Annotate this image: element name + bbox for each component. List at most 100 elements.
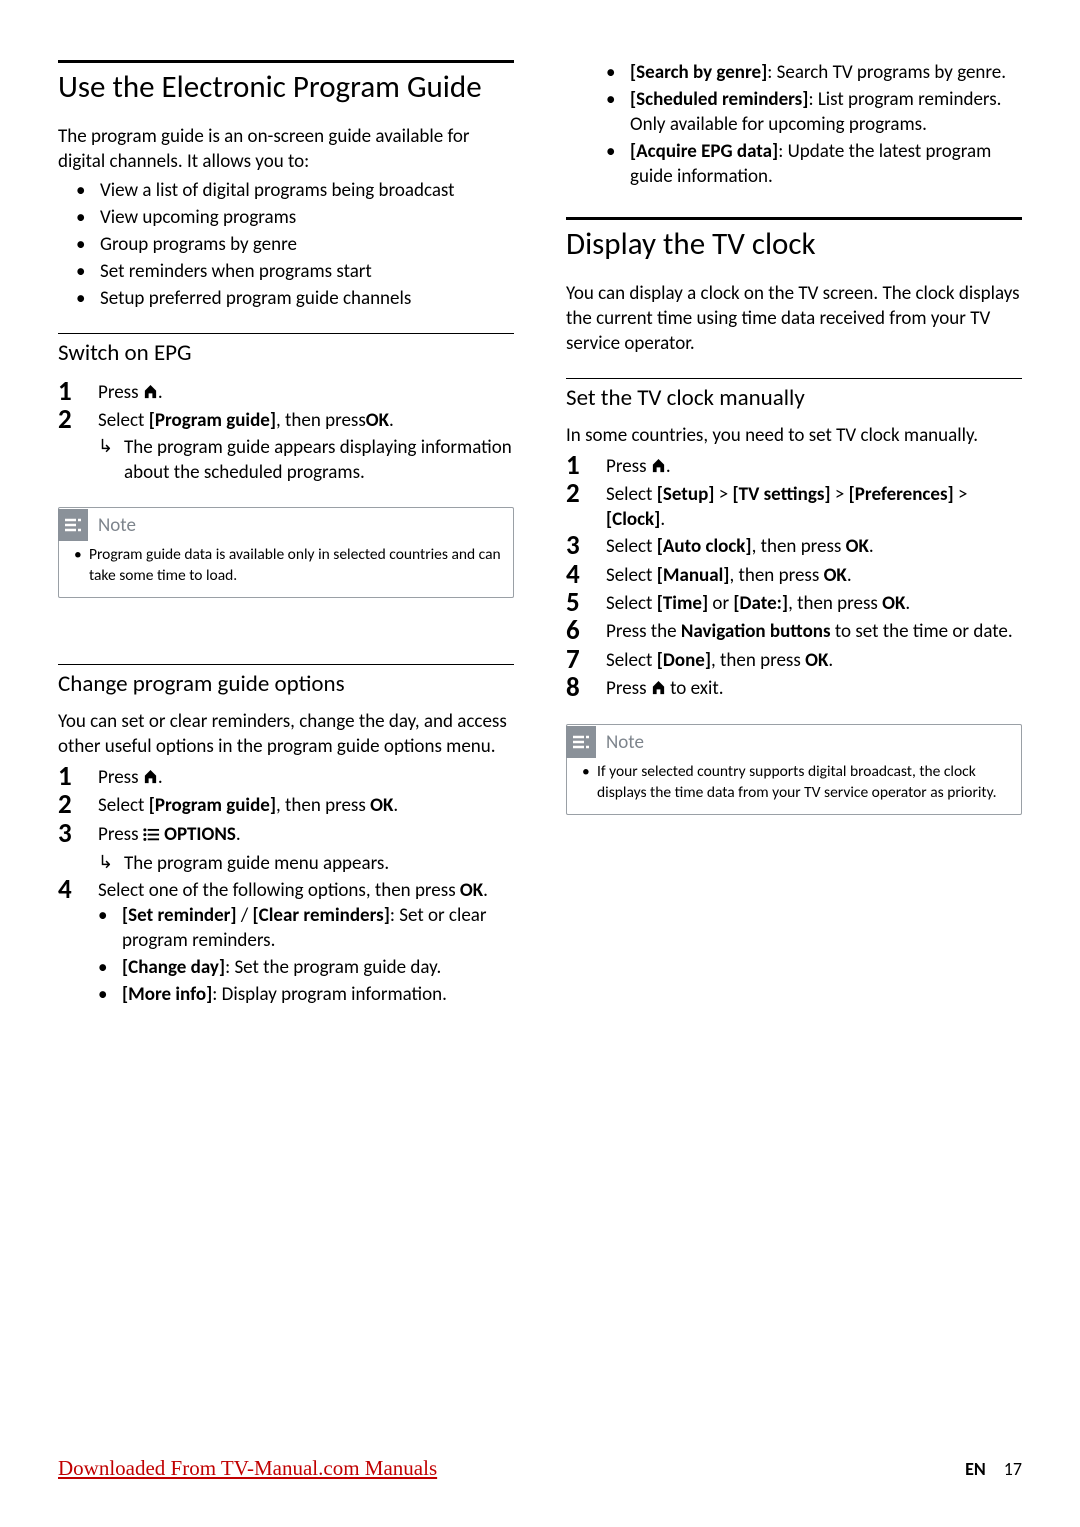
heading-epg: Use the Electronic Program Guide (58, 69, 514, 106)
step: 8Press to exit. (566, 674, 1022, 702)
step: 6Press the Navigation buttons to set the… (566, 617, 1022, 645)
cap-item: Group programs by genre (100, 232, 514, 257)
option-item: [Scheduled reminders]: List program remi… (630, 87, 1022, 137)
step-body: Select [Program guide], then pressOK. ↳ … (98, 406, 514, 485)
note-box: Note If your selected country supports d… (566, 724, 1022, 815)
epg-intro: The program guide is an on-screen guide … (58, 124, 514, 174)
change-options-intro: You can set or clear reminders, change t… (58, 709, 514, 759)
rule (58, 664, 514, 665)
step: 4Select [Manual], then press OK. (566, 561, 1022, 589)
step: 3Select [Auto clock], then press OK. (566, 532, 1022, 560)
step-body: Select [Manual], then press OK. (606, 561, 1022, 588)
step-number: 1 (58, 763, 98, 791)
rule (566, 378, 1022, 379)
result-arrow-icon: ↳ (98, 851, 124, 874)
step-body: Select [Program guide], then press OK. (98, 791, 514, 818)
step-number: 8 (566, 674, 606, 702)
source-link[interactable]: Downloaded From TV-Manual.com Manuals (58, 1456, 437, 1481)
note-header: Note (59, 508, 513, 541)
step-body: Press OPTIONS. ↳ The program guide menu … (98, 820, 514, 876)
step: 5Select [Time] or [Date:], then press OK… (566, 589, 1022, 617)
set-clock-intro: In some countries, you need to set TV cl… (566, 423, 1022, 448)
step-number: 2 (58, 406, 98, 434)
step-body: Press to exit. (606, 674, 1022, 702)
step: 4 Select one of the following options, t… (58, 876, 514, 1009)
step-body: Select one of the following options, the… (98, 876, 514, 1009)
step-number: 6 (566, 617, 606, 645)
step-number: 4 (566, 561, 606, 589)
language-code: EN (965, 1458, 986, 1480)
options-icon (143, 824, 160, 849)
switch-on-epg-steps: 1 Press . 2 Select [Program guide], then… (58, 378, 514, 486)
step-number: 3 (58, 820, 98, 848)
options-list-continued: [Search by genre]: Search TV programs by… (566, 60, 1022, 189)
right-column: [Search by genre]: Search TV programs by… (566, 60, 1022, 1009)
step-number: 3 (566, 532, 606, 560)
option-item: [Search by genre]: Search TV programs by… (630, 60, 1022, 85)
page-no: 17 (1004, 1458, 1022, 1480)
heading-switch-on-epg: Switch on EPG (58, 340, 514, 368)
step-number: 2 (58, 791, 98, 819)
home-icon (651, 677, 666, 702)
change-options-steps: 1 Press . 2 Select [Program guide], then… (58, 763, 514, 1009)
tv-clock-intro: You can display a clock on the TV screen… (566, 281, 1022, 356)
cap-item: Set reminders when programs start (100, 259, 514, 284)
rule (58, 333, 514, 334)
step-number: 5 (566, 589, 606, 617)
step-number: 1 (58, 378, 98, 406)
step: 1 Press . (58, 378, 514, 406)
options-list: [Set reminder] / [Clear reminders]: Set … (98, 903, 514, 1007)
step-body: Select [Auto clock], then press OK. (606, 532, 1022, 559)
cap-item: View upcoming programs (100, 205, 514, 230)
step-body: Press . (98, 763, 514, 791)
rule (58, 60, 514, 63)
step-number: 1 (566, 452, 606, 480)
heading-change-options: Change program guide options (58, 671, 514, 699)
note-icon (566, 726, 596, 758)
page-number: EN 17 (965, 1458, 1022, 1480)
step: 2 Select [Program guide], then pressOK. … (58, 406, 514, 485)
step-result: ↳ The program guide appears displaying i… (98, 435, 514, 485)
step: 2 Select [Program guide], then press OK. (58, 791, 514, 819)
result-arrow-icon: ↳ (98, 435, 124, 458)
step-body: Press . (98, 378, 514, 406)
step: 1Press . (566, 452, 1022, 480)
option-item: [Change day]: Set the program guide day. (122, 955, 514, 980)
left-column: Use the Electronic Program Guide The pro… (58, 60, 514, 1009)
note-label: Note (606, 731, 644, 754)
step-number: 7 (566, 646, 606, 674)
step: 3 Press OPTIONS. ↳ The program guide men… (58, 820, 514, 876)
step-body: Select [Done], then press OK. (606, 646, 1022, 673)
note-text: If your selected country supports digita… (597, 762, 1009, 804)
step-number: 4 (58, 876, 98, 904)
home-icon (143, 766, 158, 791)
note-box: Note Program guide data is available onl… (58, 507, 514, 598)
step: 1 Press . (58, 763, 514, 791)
note-header: Note (567, 725, 1021, 758)
note-label: Note (98, 514, 136, 537)
heading-set-clock: Set the TV clock manually (566, 385, 1022, 413)
step-number: 2 (566, 480, 606, 508)
option-item: [More info]: Display program information… (122, 982, 514, 1007)
epg-capabilities: View a list of digital programs being br… (58, 178, 514, 311)
option-item: [Set reminder] / [Clear reminders]: Set … (122, 903, 514, 953)
step-body: Select [Time] or [Date:], then press OK. (606, 589, 1022, 616)
option-item: [Acquire EPG data]: Update the latest pr… (630, 139, 1022, 189)
step: 7Select [Done], then press OK. (566, 646, 1022, 674)
step-body: Select [Setup] > [TV settings] > [Prefer… (606, 480, 1022, 532)
note-body: If your selected country supports digita… (567, 758, 1021, 814)
rule (566, 217, 1022, 220)
home-icon (651, 455, 666, 480)
set-clock-steps: 1Press . 2Select [Setup] > [TV settings]… (566, 452, 1022, 703)
note-body: Program guide data is available only in … (59, 541, 513, 597)
step: 2Select [Setup] > [TV settings] > [Prefe… (566, 480, 1022, 532)
heading-tv-clock: Display the TV clock (566, 226, 1022, 263)
home-icon (143, 381, 158, 406)
step-body: Press the Navigation buttons to set the … (606, 617, 1022, 644)
step-body: Press . (606, 452, 1022, 480)
step-result: ↳ The program guide menu appears. (98, 851, 514, 876)
note-icon (58, 509, 88, 541)
note-text: Program guide data is available only in … (89, 545, 501, 587)
cap-item: Setup preferred program guide channels (100, 286, 514, 311)
cap-item: View a list of digital programs being br… (100, 178, 514, 203)
